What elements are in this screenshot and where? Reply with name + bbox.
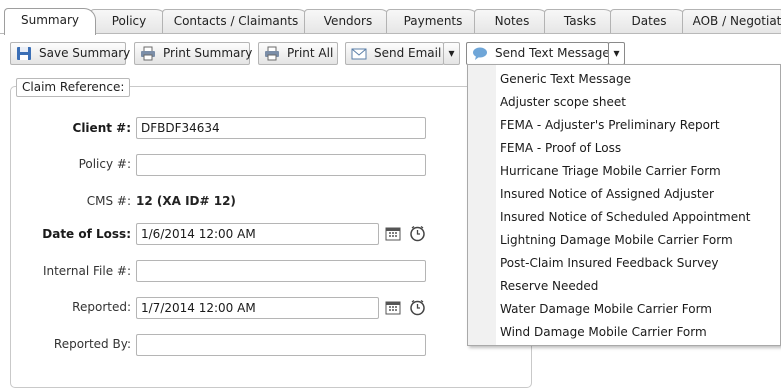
date-of-loss-field[interactable]: 1/6/2014 12:00 AM: [136, 223, 379, 245]
tab-dates[interactable]: Dates: [610, 9, 688, 33]
reported-by-label: Reported By:: [53, 337, 131, 351]
envelope-icon: [351, 48, 367, 60]
reported-date-field[interactable]: 1/7/2014 12:00 AM: [136, 297, 379, 319]
tab-contacts-claimants[interactable]: Contacts / Claimants: [162, 9, 310, 33]
internal-file-label: Internal File #:: [42, 264, 131, 278]
menu-item-generic-text-message[interactable]: Generic Text Message: [500, 69, 631, 89]
client-number-label: Client #:: [72, 121, 131, 135]
save-icon: [17, 47, 31, 60]
menu-item-feedback-survey[interactable]: Post-Claim Insured Feedback Survey: [500, 253, 719, 273]
chevron-down-icon: ▾: [613, 46, 620, 60]
date-of-loss-label: Date of Loss:: [42, 227, 131, 241]
tab-policy[interactable]: Policy: [90, 9, 168, 33]
tab-label: Notes: [494, 14, 530, 28]
save-summary-label: Save Summary: [39, 46, 131, 60]
menu-item-adjuster-scope-sheet[interactable]: Adjuster scope sheet: [500, 92, 626, 112]
tab-label: Dates: [631, 14, 667, 28]
cms-number-value: 12 (XA ID# 12): [136, 194, 236, 208]
menu-item-notice-assigned-adjuster[interactable]: Insured Notice of Assigned Adjuster: [500, 184, 714, 204]
internal-file-field[interactable]: [136, 260, 426, 282]
menu-icon-gutter: [468, 65, 496, 345]
tab-label: Payments: [403, 14, 463, 28]
tab-payments[interactable]: Payments: [386, 9, 480, 33]
menu-item-wind-damage-form[interactable]: Wind Damage Mobile Carrier Form: [500, 322, 707, 342]
reported-by-field[interactable]: [136, 334, 426, 356]
reported-label: Reported:: [72, 300, 131, 314]
send-text-message-label: Send Text Message: [495, 46, 610, 60]
clock-icon[interactable]: [409, 299, 426, 316]
tab-notes[interactable]: Notes: [474, 9, 550, 33]
tab-label: Policy: [111, 14, 147, 28]
print-summary-label: Print Summary: [163, 46, 253, 60]
tab-label: Summary: [21, 13, 79, 27]
printer-icon: [141, 46, 155, 61]
tab-label: Contacts / Claimants: [173, 14, 299, 28]
print-all-label: Print All: [287, 46, 334, 60]
send-text-message-button[interactable]: Send Text Message: [466, 42, 610, 65]
chevron-down-icon: ▾: [448, 46, 455, 60]
policy-number-label: Policy #:: [78, 157, 131, 171]
tab-summary[interactable]: Summary: [4, 8, 96, 35]
menu-item-reserve-needed[interactable]: Reserve Needed: [500, 276, 598, 296]
send-email-label: Send Email: [374, 46, 442, 60]
client-number-field[interactable]: DFBDF34634: [136, 117, 426, 139]
claim-reference-legend: Claim Reference:: [16, 78, 131, 97]
send-email-button[interactable]: Send Email: [345, 42, 444, 65]
menu-item-fema-preliminary-report[interactable]: FEMA - Adjuster's Preliminary Report: [500, 115, 720, 135]
policy-number-field[interactable]: [136, 154, 426, 176]
menu-item-water-damage-form[interactable]: Water Damage Mobile Carrier Form: [500, 299, 712, 319]
menu-item-lightning-damage-form[interactable]: Lightning Damage Mobile Carrier Form: [500, 230, 733, 250]
save-summary-button[interactable]: Save Summary: [10, 42, 130, 65]
chat-bubble-icon: [473, 47, 487, 60]
send-text-message-menu: Generic Text Message Adjuster scope shee…: [467, 64, 781, 346]
send-text-dropdown-button[interactable]: ▾: [608, 42, 625, 65]
print-summary-button[interactable]: Print Summary: [134, 42, 253, 65]
tab-tasks[interactable]: Tasks: [544, 9, 616, 33]
tab-label: Vendors: [323, 14, 373, 28]
tab-bar: Policy Contacts / Claimants Vendors Paym…: [0, 0, 781, 35]
calendar-icon[interactable]: [385, 227, 401, 241]
cms-number-label: CMS #:: [86, 194, 131, 208]
menu-item-hurricane-triage-form[interactable]: Hurricane Triage Mobile Carrier Form: [500, 161, 721, 181]
clock-icon[interactable]: [409, 225, 426, 242]
print-all-button[interactable]: Print All: [258, 42, 338, 65]
calendar-icon[interactable]: [385, 301, 401, 315]
menu-item-fema-proof-of-loss[interactable]: FEMA - Proof of Loss: [500, 138, 621, 158]
tab-label: AOB / Negotiat: [692, 14, 781, 28]
printer-icon: [265, 46, 279, 61]
tab-aob-negotiation[interactable]: AOB / Negotiat: [682, 9, 781, 33]
menu-item-notice-scheduled-appointment[interactable]: Insured Notice of Scheduled Appointment: [500, 207, 750, 227]
tab-label: Tasks: [563, 14, 597, 28]
tab-vendors[interactable]: Vendors: [304, 9, 392, 33]
send-email-dropdown-button[interactable]: ▾: [443, 42, 460, 65]
